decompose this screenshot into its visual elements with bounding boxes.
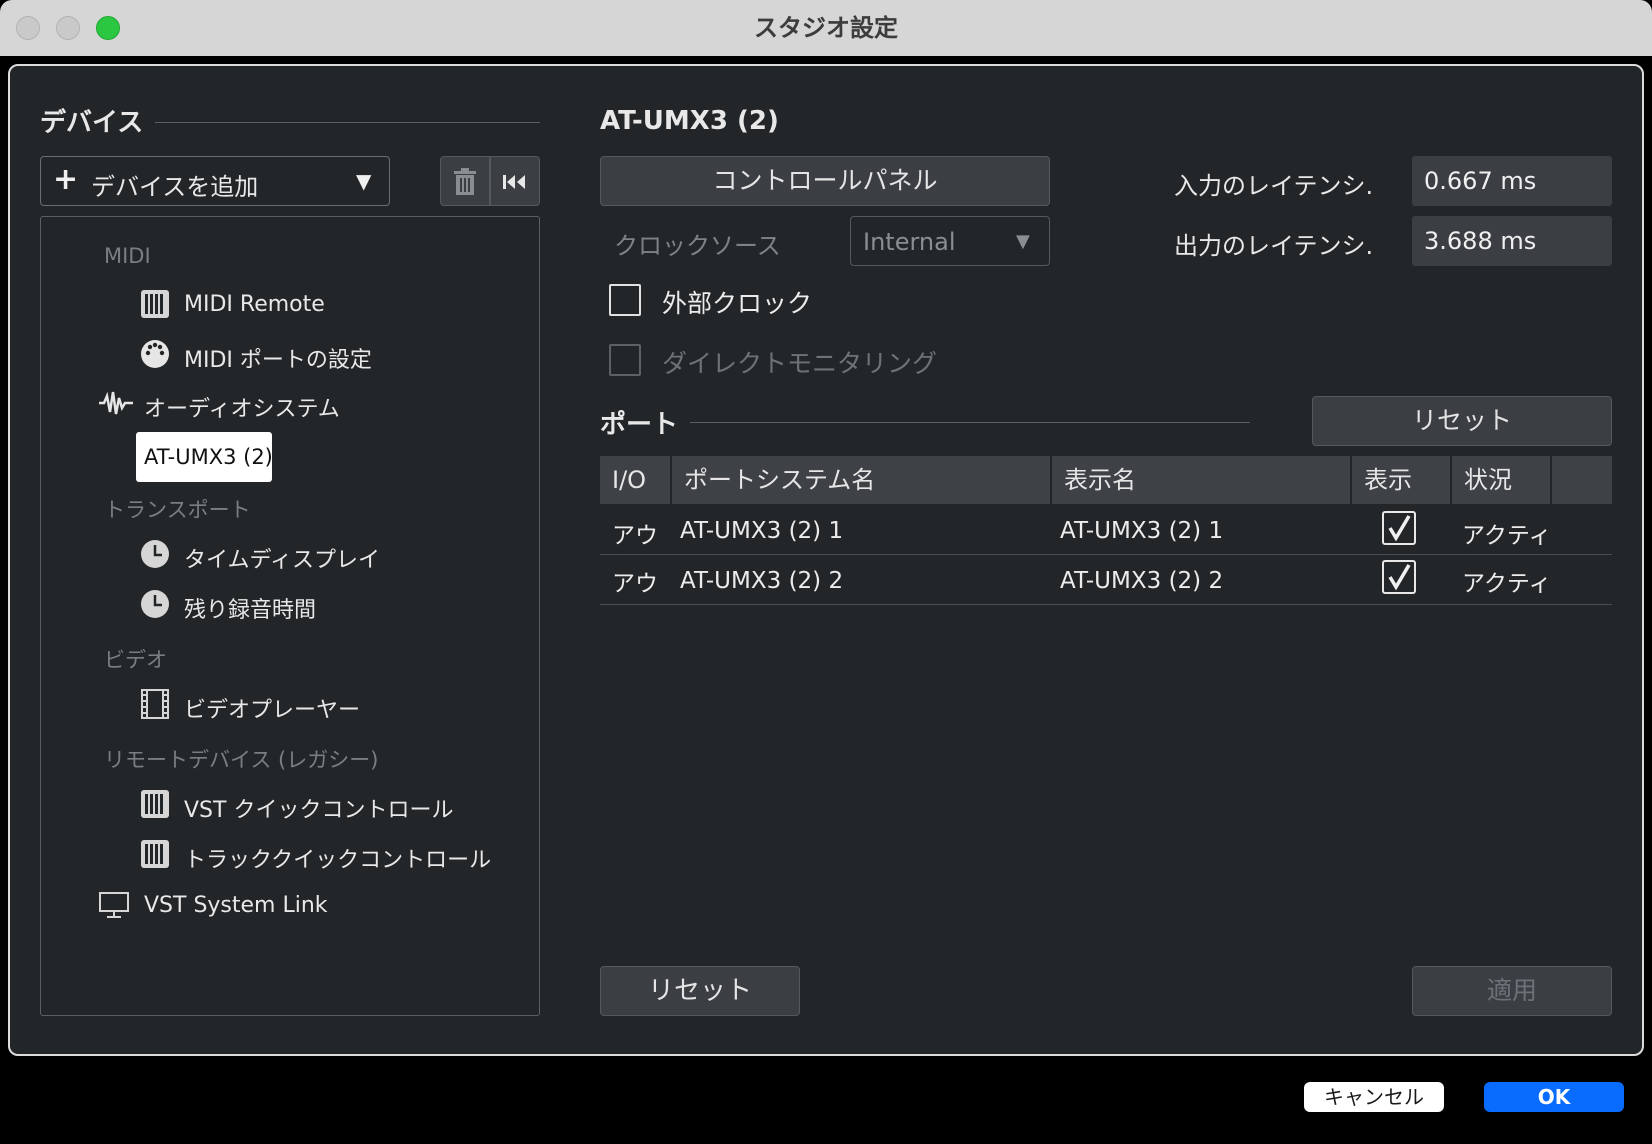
row-io: アウ [612,571,658,597]
tree-category-video: ビデオ [104,648,167,672]
tree-item-label: AT-UMX3 (2) [144,445,273,469]
clock-icon [141,540,169,568]
tree-item-label: タイムディスプレイ [184,548,381,573]
output-latency-label: 出力のレイテンシ. [1174,232,1374,260]
midi-keys-icon [141,840,169,868]
devices-header: デバイス [40,108,144,138]
tree-item-label: MIDI ポートの設定 [184,348,372,373]
input-latency-value: 0.667 ms [1412,156,1612,206]
row-divider [600,604,1612,605]
cancel-button[interactable]: キャンセル [1304,1082,1444,1112]
tree-category-midi: MIDI [104,244,151,268]
trash-icon [454,168,476,195]
tree-item-label: ビデオプレーヤー [184,698,361,723]
plus-icon: + [53,162,79,197]
col-system-name[interactable]: ポートシステム名 [672,456,1050,504]
col-status[interactable]: 状況 [1452,456,1550,504]
add-device-label: デバイスを追加 [91,173,259,201]
external-clock-checkbox[interactable] [609,284,641,316]
output-latency-value: 3.688 ms [1412,216,1612,266]
midi-keys-icon [141,790,169,818]
devices-divider [155,122,540,123]
row-system-name: AT-UMX3 (2) 1 [680,518,844,544]
ports-header: ポート [600,410,679,440]
table-row[interactable]: アウ AT-UMX3 (2) 1 AT-UMX3 (2) 1 アクティ [600,506,1612,554]
row-display-name[interactable]: AT-UMX3 (2) 1 [1060,518,1223,544]
tree-item-label: MIDI Remote [184,292,325,317]
direct-monitoring-label: ダイレクトモニタリング [662,349,938,378]
tree-item-video-player[interactable]: ビデオプレーヤー [140,689,500,723]
checkmark-icon [1388,515,1411,542]
chevron-down-icon: ▼ [356,169,372,193]
tree-item-label: VST System Link [144,893,328,918]
waveform-icon [99,391,133,415]
skip-back-icon [503,175,525,189]
checkmark-icon [1388,564,1411,591]
ports-reset-button[interactable]: リセット [1312,396,1612,446]
col-display-name[interactable]: 表示名 [1052,456,1350,504]
row-visible-checkbox[interactable] [1382,511,1416,545]
clock-source-label: クロックソース [614,232,781,260]
row-system-name: AT-UMX3 (2) 2 [680,568,844,594]
control-panel-button[interactable]: コントロールパネル [600,156,1050,206]
film-icon [141,689,169,719]
reset-button[interactable]: リセット [600,966,800,1016]
reset-device-button[interactable] [490,156,540,206]
tree-item-midi-remote[interactable]: MIDI Remote [140,289,500,323]
add-device-dropdown[interactable]: + デバイスを追加 ▼ [40,156,390,206]
tree-category-remote-legacy: リモートデバイス (レガシー) [104,748,379,772]
row-visible-checkbox[interactable] [1382,560,1416,594]
tree-item-label: オーディオシステム [144,397,340,422]
row-status: アクティ [1462,523,1550,549]
midi-port-icon [141,340,169,368]
tree-group-vst-system-link[interactable]: VST System Link [98,890,498,924]
clock-source-value: Internal [863,228,956,256]
tree-item-time-display[interactable]: タイムディスプレイ [140,539,500,573]
monitor-icon [99,892,129,918]
device-name-title: AT-UMX3 (2) [600,106,779,136]
col-io[interactable]: I/O [600,456,670,504]
table-row[interactable]: アウ AT-UMX3 (2) 2 AT-UMX3 (2) 2 アクティ [600,556,1612,604]
tree-item-at-umx3-selected[interactable]: AT-UMX3 (2) [136,432,273,482]
apply-button[interactable]: 適用 [1412,966,1612,1016]
ports-divider [690,422,1250,423]
tree-item-label: 残り録音時間 [184,598,317,623]
tree-item-midi-port[interactable]: MIDI ポートの設定 [140,339,500,373]
row-io: アウ [612,523,658,549]
external-clock-label: 外部クロック [662,289,813,318]
tree-item-label: VST クイックコントロール [184,798,454,823]
midi-keys-icon [141,290,169,318]
input-latency-label: 入力のレイテンシ. [1174,172,1374,200]
tree-group-audio-system[interactable]: オーディオシステム [98,388,498,422]
tree-category-transport: トランスポート [104,498,251,522]
tree-item-label: トラッククイックコントロール [184,848,492,873]
tree-item-track-quick-controls[interactable]: トラッククイックコントロール [140,839,510,873]
direct-monitoring-checkbox[interactable] [609,344,641,376]
chevron-down-icon: ▼ [1016,231,1030,252]
window-title: スタジオ設定 [754,14,898,42]
delete-device-button[interactable] [440,156,490,206]
col-extra [1552,456,1612,504]
row-display-name[interactable]: AT-UMX3 (2) 2 [1060,568,1223,594]
tree-item-vst-quick-controls[interactable]: VST クイックコントロール [140,789,500,823]
tree-item-remaining-record-time[interactable]: 残り録音時間 [140,589,500,623]
row-divider [600,554,1612,555]
clock-icon [141,590,169,618]
clock-source-select[interactable]: Internal ▼ [850,216,1050,266]
ok-button[interactable]: OK [1484,1082,1624,1112]
ports-table-header: I/O ポートシステム名 表示名 表示 状況 [600,456,1612,504]
row-status: アクティ [1462,571,1550,597]
col-visible[interactable]: 表示 [1352,456,1450,504]
